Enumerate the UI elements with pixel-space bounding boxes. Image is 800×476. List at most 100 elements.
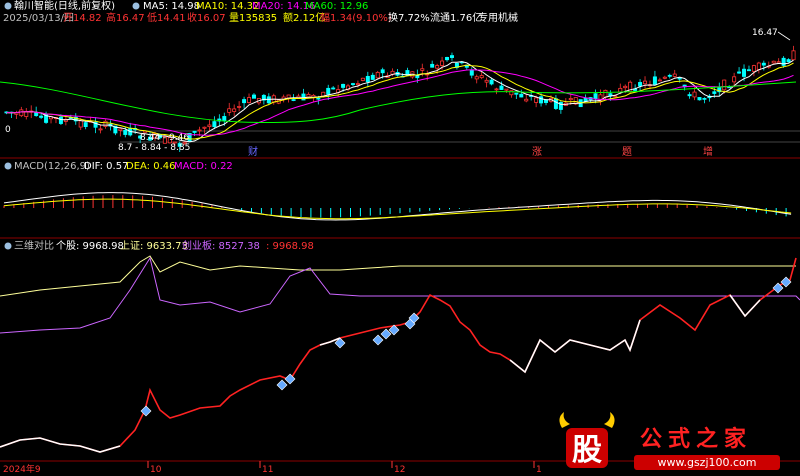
candle-body [722,79,727,91]
candle-body [732,76,737,83]
sh-line [0,255,796,297]
event-tag-increase[interactable]: 增 [703,145,713,158]
candle-body [489,79,494,85]
chart-canvas[interactable]: 翰川智能(日线,前复权) MA5: 14.98 MA10: 14.32 MA20… [0,0,800,476]
candle-body [672,73,677,77]
x-axis-label-sep: 2024年9 [3,463,41,475]
candle-body [771,60,776,64]
candle-body [192,130,197,133]
watermark-brand: 公式之家 [640,426,752,452]
price-panel[interactable] [0,45,800,152]
candle-body [469,69,474,76]
candle-body [58,116,63,124]
candle-body [39,115,44,118]
ma20-line [6,69,794,136]
quote-item: 收16.07 [187,11,226,24]
candle-body [737,71,742,74]
compare-settings-icon[interactable] [4,242,12,250]
event-tag-rise[interactable]: 涨 [532,146,542,158]
event-tag-topic[interactable]: 题 [622,146,632,158]
compare-panel[interactable] [0,255,800,453]
candle-body [420,68,425,71]
macd-dea: DEA: 0.46 [126,161,176,172]
low-marker-1: 8.44 - 9.46 [140,133,189,143]
candle-body [712,91,717,94]
compare-sh: 上证: 9633.73 [120,240,188,252]
bull-horn-right-icon [604,412,615,428]
candle-body [791,50,796,61]
x-axis-label-nov: 11 [262,465,273,475]
candle-body [499,85,504,90]
candle-body [449,55,454,58]
candle-body [123,129,128,135]
cyb-line [0,256,800,334]
candle-body [692,91,697,98]
candle-body [662,76,667,79]
candle-body [440,60,445,66]
candle-body [652,76,657,85]
candle-body [435,65,440,69]
candle-body [746,69,751,72]
candle-body [19,109,24,117]
candle-body [242,99,247,104]
stock-line-segment [509,319,641,374]
ma60-label: MA60: 12.96 [305,1,368,12]
macd-panel[interactable] [3,192,792,221]
candle-body [524,98,529,102]
candle-body [316,97,321,100]
quote-item: 额2.12亿 [283,11,325,24]
compare-cyb: 创业板: 8527.38 [182,239,260,252]
candle-body [326,87,331,95]
candle-body [687,94,692,97]
macd-dif: DIF: 0.57 [84,161,128,172]
quote-item: 幅1.34(9.10%) [320,11,392,24]
stock-name: 翰川智能(日线,前复权) [14,0,115,12]
event-tag-finance[interactable]: 财 [248,145,258,158]
candle-body [430,63,435,68]
candle-body [227,108,232,113]
candle-body [539,96,544,104]
candle-body [568,98,573,101]
candle-body [504,88,509,91]
high-marker: 16.47 [752,28,778,38]
candle-body [697,97,702,101]
quote-item: 专用机械 [478,11,518,24]
ma-settings-icon[interactable] [132,2,140,10]
ma10-label: MA10: 14.32 [196,1,259,12]
x-axis-label-dec: 12 [394,465,405,475]
candle-body [479,75,484,79]
candle-body [306,93,311,98]
candle-body [341,83,346,88]
candle-body [514,92,519,95]
watermark: 股 公式之家 www.gszj100.com [559,412,780,470]
candle-body [623,85,628,89]
macd-title: MACD(12,26,9) [14,161,90,172]
candle-body [742,68,747,77]
stock-line-segment [0,437,121,453]
candle-body [370,74,375,80]
candle-body [83,122,88,127]
candle-body [103,120,108,127]
candle-body [702,97,707,100]
stock-info-icon[interactable] [4,2,12,10]
candle-body [786,59,791,63]
candle-body [677,77,682,80]
stock-line-segment [729,294,761,318]
candle-body [118,128,123,131]
ma5-line [6,59,794,143]
x-axis-label-oct: 10 [150,465,162,475]
candle-body [494,88,499,91]
ma5-label: MA5: 14.98 [143,1,200,12]
quote-item: 低14.41 [147,11,186,24]
signal-diamond-icon [780,276,792,288]
candle-body [360,77,365,81]
low-price-label: 0 [5,125,11,135]
quote-item: 高16.47 [106,11,145,24]
candle-body [222,116,227,122]
macd-value: MACD: 0.22 [174,161,233,172]
compare-stock: 个股: 9968.98 [56,240,124,252]
macd-settings-icon[interactable] [4,162,12,170]
watermark-url: www.gszj100.com [657,456,756,469]
candle-body [98,128,103,131]
high-marker-arrow [777,31,791,41]
